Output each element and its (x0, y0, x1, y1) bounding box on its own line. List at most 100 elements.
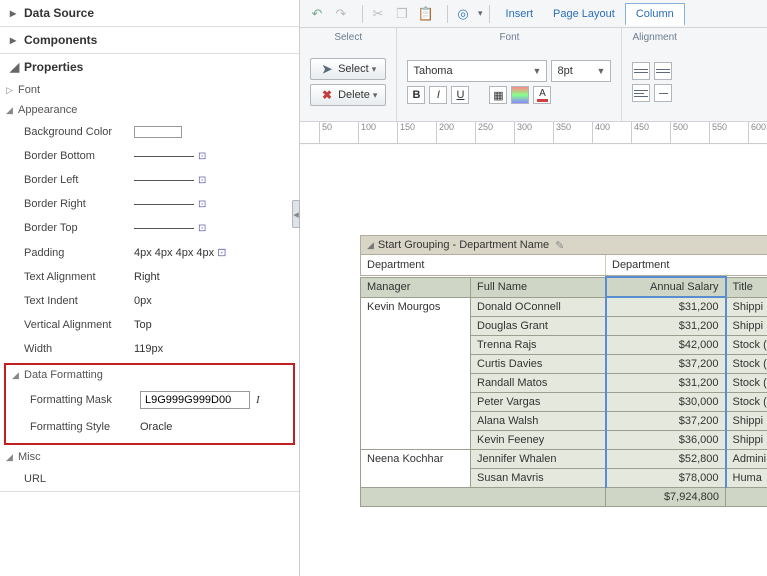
cell-title[interactable]: Shippi (726, 297, 767, 317)
tab-page-layout[interactable]: Page Layout (543, 4, 625, 24)
pencil-icon[interactable]: ✎ (555, 239, 564, 252)
copy-icon[interactable]: ❐ (393, 5, 411, 23)
section-data-source[interactable]: ▸Data Source (0, 0, 299, 27)
cell-salary[interactable]: $42,000 (606, 336, 726, 355)
italic-button[interactable]: I (429, 86, 447, 104)
formatting-mask-input[interactable] (140, 391, 250, 409)
cell-title[interactable]: Shippi (726, 431, 767, 450)
cell-full-name[interactable]: Jennifer Whalen (471, 450, 606, 469)
cell-title[interactable]: Shippi (726, 412, 767, 431)
cell-manager[interactable]: Neena Kochhar (361, 450, 471, 488)
section-components[interactable]: ▸Components (0, 27, 299, 54)
border-preview[interactable]: ⊡ (134, 199, 206, 210)
undo-icon[interactable]: ↶ (308, 5, 326, 23)
appearance-subsection[interactable]: ◢Appearance (0, 100, 299, 120)
align-left-button[interactable] (632, 84, 650, 102)
prop-background-color[interactable]: Background Color (0, 120, 299, 144)
preview-icon[interactable]: ◎ (454, 5, 472, 23)
more-icon[interactable]: ⊡ (217, 247, 226, 259)
ruler-tick: 400 (592, 122, 610, 144)
cut-icon[interactable]: ✂ (369, 5, 387, 23)
table-row[interactable]: Neena KochharJennifer Whalen$52,800Admin… (361, 450, 767, 469)
cell-salary[interactable]: $31,200 (606, 317, 726, 336)
prop-border-top[interactable]: Border Top ⊡ (0, 216, 299, 240)
cell-full-name[interactable]: Trenna Rajs (471, 336, 606, 355)
tab-insert[interactable]: Insert (496, 4, 544, 24)
select-button[interactable]: ➤ Select ▾ (310, 58, 386, 80)
cell-title[interactable]: Huma (726, 469, 767, 488)
border-preview[interactable]: ⊡ (134, 151, 206, 162)
more-icon[interactable]: ⊡ (198, 151, 206, 162)
header-cell[interactable]: Department (361, 255, 606, 275)
tab-column[interactable]: Column (625, 3, 685, 26)
cell-title[interactable]: Admini (726, 450, 767, 469)
prop-vertical-alignment[interactable]: Vertical Alignment Top (0, 313, 299, 337)
data-formatting-subsection[interactable]: ◢Data Formatting (6, 365, 293, 385)
col-annual-salary[interactable]: Annual Salary (606, 277, 726, 297)
chevron-down-icon: ▼ (533, 66, 542, 76)
cell-salary[interactable]: $36,000 (606, 431, 726, 450)
cell-salary[interactable]: $37,200 (606, 355, 726, 374)
cell-full-name[interactable]: Susan Mavris (471, 469, 606, 488)
cell-salary[interactable]: $78,000 (606, 469, 726, 488)
cell-salary[interactable]: $31,200 (606, 297, 726, 317)
layout-canvas[interactable]: ◢ Start Grouping - Department Name ✎ Dep… (300, 145, 767, 576)
font-subsection[interactable]: ▷Font (0, 80, 299, 100)
redo-icon[interactable]: ↷ (332, 5, 350, 23)
prop-border-bottom[interactable]: Border Bottom ⊡ (0, 144, 299, 168)
align-top-button[interactable] (632, 62, 650, 80)
cell-title[interactable]: Stock ( (726, 393, 767, 412)
table-row[interactable]: Kevin MourgosDonald OConnell$31,200Shipp… (361, 297, 767, 317)
cell-salary[interactable]: $31,200 (606, 374, 726, 393)
prop-border-left[interactable]: Border Left ⊡ (0, 168, 299, 192)
cell-title[interactable]: Shippi (726, 317, 767, 336)
font-size-combo[interactable]: 8pt▼ (551, 60, 611, 82)
more-icon[interactable]: ⊡ (198, 223, 206, 234)
border-preview[interactable]: ⊡ (134, 223, 206, 234)
cell-full-name[interactable]: Randall Matos (471, 374, 606, 393)
ruler-tick: 600 (748, 122, 766, 144)
properties-header[interactable]: ◢Properties (0, 54, 299, 80)
col-title[interactable]: Title (726, 277, 767, 297)
cell-title[interactable]: Stock ( (726, 374, 767, 393)
cell-full-name[interactable]: Peter Vargas (471, 393, 606, 412)
prop-url[interactable]: URL (0, 467, 299, 491)
border-button[interactable]: ▦ (489, 86, 507, 104)
prop-border-right[interactable]: Border Right ⊡ (0, 192, 299, 216)
cell-full-name[interactable]: Curtis Davies (471, 355, 606, 374)
cell-salary[interactable]: $52,800 (606, 450, 726, 469)
cell-manager[interactable]: Kevin Mourgos (361, 297, 471, 450)
more-icon[interactable]: ⊡ (198, 175, 206, 186)
border-preview[interactable]: ⊡ (134, 175, 206, 186)
font-color-button[interactable]: A (533, 86, 551, 104)
cell-full-name[interactable]: Douglas Grant (471, 317, 606, 336)
prop-formatting-style[interactable]: Formatting Style Oracle (6, 415, 293, 439)
misc-subsection[interactable]: ◢Misc (0, 447, 299, 467)
more-icon[interactable]: ⊡ (198, 199, 206, 210)
splitter-handle[interactable]: ◂ (292, 200, 300, 228)
prop-text-alignment[interactable]: Text Alignment Right (0, 265, 299, 289)
align-middle-button[interactable] (654, 62, 672, 80)
delete-button[interactable]: ✖ Delete ▾ (310, 84, 386, 106)
color-swatch[interactable] (134, 126, 182, 138)
cell-title[interactable]: Stock ( (726, 336, 767, 355)
align-center-button[interactable] (654, 84, 672, 102)
col-full-name[interactable]: Full Name (471, 277, 606, 297)
bold-button[interactable]: B (407, 86, 425, 104)
grouping-band[interactable]: ◢ Start Grouping - Department Name ✎ (360, 235, 767, 255)
fill-color-button[interactable] (511, 86, 529, 104)
prop-text-indent[interactable]: Text Indent 0px (0, 289, 299, 313)
cell-full-name[interactable]: Donald OConnell (471, 297, 606, 317)
col-manager[interactable]: Manager (361, 277, 471, 297)
prop-width[interactable]: Width 119px (0, 337, 299, 361)
cell-salary[interactable]: $30,000 (606, 393, 726, 412)
cell-title[interactable]: Stock ( (726, 355, 767, 374)
underline-button[interactable]: U (451, 86, 469, 104)
cell-salary[interactable]: $37,200 (606, 412, 726, 431)
cell-full-name[interactable]: Kevin Feeney (471, 431, 606, 450)
font-family-combo[interactable]: Tahoma▼ (407, 60, 547, 82)
paste-icon[interactable]: 📋 (417, 5, 435, 23)
prop-padding[interactable]: Padding 4px 4px 4px 4px ⊡ (0, 240, 299, 265)
cell-full-name[interactable]: Alana Walsh (471, 412, 606, 431)
header-cell[interactable]: Department (606, 255, 767, 275)
